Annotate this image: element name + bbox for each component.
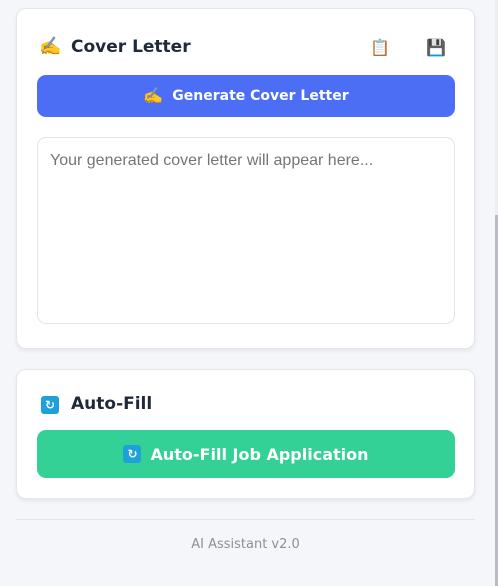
clipboard-icon: 📋 [370, 37, 390, 57]
auto-fill-job-application-button[interactable]: ↻ Auto-Fill Job Application [37, 430, 455, 478]
cover-letter-card: ✍️ Cover Letter 📋 💾 ✍️ Generate Cover Le… [16, 8, 475, 349]
auto-fill-card: ↻ Auto-Fill ↻ Auto-Fill Job Application [16, 369, 475, 499]
footer-divider [16, 519, 475, 520]
cover-letter-title: Cover Letter [71, 37, 191, 57]
writing-hand-icon: ✍️ [143, 86, 164, 105]
auto-fill-job-application-label: Auto-Fill Job Application [150, 444, 369, 464]
version-footer: AI Assistant v2.0 [191, 537, 300, 552]
generate-cover-letter-button[interactable]: ✍️ Generate Cover Letter [37, 75, 455, 117]
auto-fill-title: Auto-Fill [71, 394, 153, 414]
copy-button[interactable]: 📋 [364, 33, 396, 61]
cover-letter-header: ✍️ Cover Letter 📋 💾 [39, 33, 452, 61]
assistant-panel: ✍️ Cover Letter 📋 💾 ✍️ Generate Cover Le… [0, 0, 498, 586]
cover-letter-actions: 📋 💾 [364, 33, 452, 61]
writing-hand-icon: ✍️ [39, 36, 62, 57]
save-button[interactable]: 💾 [420, 33, 452, 61]
generate-cover-letter-label: Generate Cover Letter [172, 88, 349, 104]
floppy-disk-icon: 💾 [426, 37, 446, 57]
auto-fill-header: ↻ Auto-Fill [39, 390, 452, 418]
refresh-icon: ↻ [39, 395, 61, 414]
cover-letter-output[interactable] [37, 137, 455, 324]
refresh-icon: ↻ [123, 445, 142, 463]
